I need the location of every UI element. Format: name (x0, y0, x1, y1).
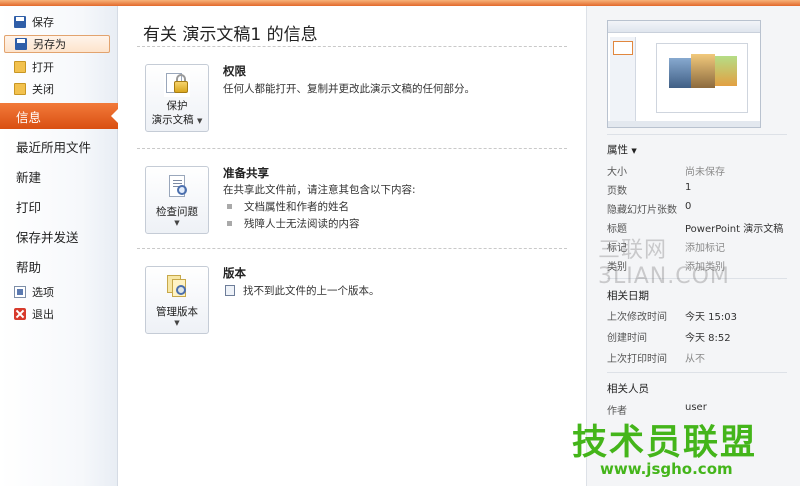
lock-icon (164, 71, 190, 97)
sidebar-item-save[interactable]: 保存 (4, 13, 110, 31)
sidebar-item-label: 打印 (16, 199, 42, 215)
sidebar-item-close[interactable]: 关闭 (4, 80, 110, 98)
sidebar-item-new[interactable]: 新建 (0, 163, 118, 189)
bullet-icon (227, 221, 232, 226)
chevron-down-icon: ▼ (174, 319, 180, 327)
page-title: 有关 演示文稿1 的信息 (143, 25, 318, 45)
divider (607, 372, 787, 373)
sidebar-item-label: 打开 (32, 61, 54, 74)
property-row-size: 大小 尚未保存 (607, 167, 725, 178)
close-folder-icon (14, 83, 26, 95)
sidebar-item-save-send[interactable]: 保存并发送 (0, 223, 118, 249)
document-icon (225, 285, 235, 296)
backstage-sidebar: 保存 另存为 打开 关闭 信息 最近所用文件 新建 打印 保存并发送 帮助 选项… (0, 6, 119, 486)
related-people-header: 相关人员 (607, 383, 649, 395)
save-icon (14, 16, 26, 28)
sidebar-item-print[interactable]: 打印 (0, 193, 118, 219)
sidebar-item-label: 关闭 (32, 83, 54, 96)
watermark-jsgho-url: www.jsgho.com (600, 460, 733, 478)
sidebar-item-label: 选项 (32, 286, 54, 299)
properties-dropdown[interactable]: 属性 ▼ (607, 142, 637, 157)
chevron-down-icon: ▼ (174, 219, 180, 227)
property-row-pages: 页数 1 (607, 182, 692, 197)
divider (137, 46, 567, 47)
date-row-printed: 上次打印时间 从不 (607, 354, 705, 365)
watermark-jsgho: 技术员联盟 (572, 423, 758, 463)
open-folder-icon (14, 61, 26, 73)
info-main-panel: 有关 演示文稿1 的信息 保护 演示文稿 ▼ 权限 任何人都能打开、复制并更改此… (119, 6, 585, 486)
protect-presentation-button[interactable]: 保护 演示文稿 ▼ (145, 64, 209, 132)
related-dates-header: 相关日期 (607, 290, 649, 302)
slide-preview-thumbnail[interactable] (607, 20, 761, 128)
sidebar-item-label: 保存 (32, 16, 54, 29)
sidebar-item-label: 保存并发送 (16, 229, 79, 245)
chevron-down-icon: ▼ (631, 147, 637, 155)
check-issues-button[interactable]: 检查问题 ▼ (145, 166, 209, 234)
list-item: 残障人士无法阅读的内容 (227, 216, 360, 231)
sidebar-item-open[interactable]: 打开 (4, 58, 110, 76)
divider (607, 134, 787, 135)
sidebar-item-label: 信息 (16, 109, 42, 125)
date-row-created: 创建时间 今天 8:52 (607, 333, 731, 344)
divider (137, 248, 567, 249)
save-as-icon (15, 38, 27, 50)
chevron-down-icon: ▼ (196, 117, 203, 125)
property-row-hidden-slides: 隐藏幻灯片张数 0 (607, 201, 692, 216)
exit-icon (14, 308, 26, 320)
sidebar-item-save-as[interactable]: 另存为 (4, 35, 110, 53)
sidebar-item-help[interactable]: 帮助 (0, 253, 118, 279)
section-text: 在共享此文件前，请注意其包含以下内容: (223, 184, 416, 196)
sidebar-item-recent[interactable]: 最近所用文件 (0, 133, 118, 159)
section-title-versions: 版本 (223, 266, 246, 280)
options-icon (14, 286, 26, 298)
button-label: 演示文稿 ▼ (151, 114, 203, 126)
sidebar-item-label: 退出 (32, 308, 54, 321)
sidebar-item-options[interactable]: 选项 (4, 283, 110, 301)
sidebar-item-info[interactable]: 信息 (0, 103, 119, 129)
sidebar-item-label: 最近所用文件 (16, 139, 92, 155)
versions-icon (164, 273, 190, 299)
section-text: 任何人都能打开、复制并更改此演示文稿的任何部分。 (223, 83, 475, 95)
date-row-modified: 上次修改时间 今天 15:03 (607, 312, 737, 323)
list-item: 文档属性和作者的姓名 (227, 199, 349, 214)
sidebar-item-label: 新建 (16, 169, 42, 185)
version-status: 找不到此文件的上一个版本。 (225, 283, 380, 298)
inspect-document-icon (164, 173, 190, 199)
sidebar-item-label: 另存为 (33, 38, 66, 51)
button-label: 检查问题 (156, 206, 198, 218)
sidebar-item-exit[interactable]: 退出 (4, 305, 110, 323)
watermark-3lian: 三联网 3LIAN.COM (598, 238, 730, 289)
button-label: 保护 (166, 100, 188, 112)
bullet-icon (227, 204, 232, 209)
button-label: 管理版本 (156, 306, 198, 318)
section-title-prepare-sharing: 准备共享 (223, 166, 269, 180)
sidebar-item-label: 帮助 (16, 259, 42, 275)
manage-versions-button[interactable]: 管理版本 ▼ (145, 266, 209, 334)
section-title-permissions: 权限 (223, 64, 246, 78)
divider (137, 148, 567, 149)
